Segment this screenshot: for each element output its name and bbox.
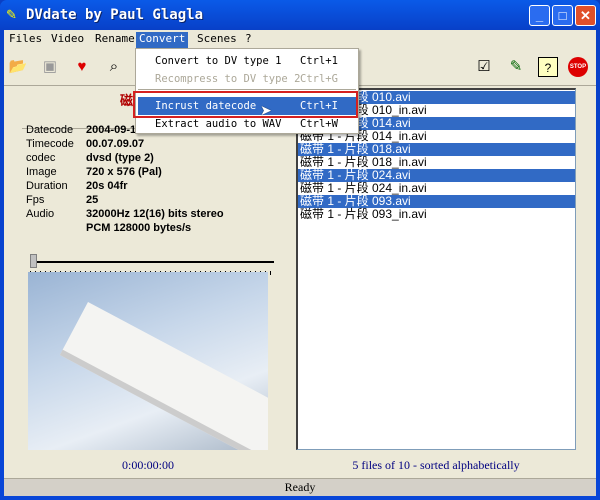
file-list-item[interactable]: 磁带 1 - 片段 093_in.avi [298, 208, 575, 221]
mouse-cursor-icon: ➤ [260, 102, 272, 118]
menu-rename[interactable]: Rename [92, 32, 138, 48]
info-key: Timecode [26, 138, 74, 150]
status-bar: Ready [4, 478, 596, 496]
info-key: codec [26, 152, 56, 164]
info-row: PCM 128000 bytes/s [26, 222, 224, 236]
info-value: dvsd (type 2) [86, 152, 154, 164]
app-icon: ✎ [6, 7, 17, 22]
info-value: 32000Hz 12(16) bits stereo [86, 208, 224, 220]
banner-text: 磁 [120, 93, 134, 108]
position-slider[interactable] [30, 254, 274, 275]
menu-item-convert-dv1[interactable]: Convert to DV type 1 Ctrl+1 [138, 52, 356, 70]
info-row: Audio 32000Hz 12(16) bits stereo [26, 208, 224, 222]
info-key [26, 222, 86, 236]
shortcut: Ctrl+G [300, 73, 338, 85]
file-count: 5 files of 10 - sorted alphabetically [352, 458, 520, 472]
window-title: DVdate by Paul Glagla [26, 7, 204, 23]
find-icon[interactable]: ⌕ [104, 57, 124, 77]
file-info: Datecode 2004-09-1 Timecode 00.07.09.07 code… [26, 124, 224, 236]
info-key: Audio [26, 208, 55, 220]
check-icon[interactable]: ☑ [474, 57, 494, 77]
edit-icon[interactable]: ✎ [506, 57, 526, 77]
menu-scenes[interactable]: Scenes [194, 32, 240, 48]
info-key: Fps [26, 194, 45, 206]
info-value: 20s 04fr [86, 180, 128, 192]
info-value: 25 [86, 194, 99, 206]
info-key: Image [26, 166, 57, 178]
info-key: Datecode [26, 124, 74, 136]
maximize-button[interactable]: □ [552, 5, 573, 26]
menu-files[interactable]: Files [6, 32, 45, 48]
menu-video[interactable]: Video [48, 32, 87, 48]
label: Extract audio to WAV [155, 118, 282, 130]
info-value: 00.07.09.07 [86, 138, 145, 150]
info-row: Fps 25 [26, 194, 224, 208]
highlight-box [133, 91, 358, 118]
file-list[interactable]: 磁带 1 - 片段 010.avi磁带 1 - 片段 010_in.avi磁带 … [296, 88, 576, 450]
info-value: PCM 128000 bytes/s [86, 222, 192, 234]
menu-help[interactable]: ? [242, 32, 255, 48]
menu-convert[interactable]: Convert [136, 32, 189, 48]
info-row: Image 720 x 576 (Pal) [26, 166, 224, 180]
open-folder-icon[interactable]: 📂 [8, 57, 28, 77]
slider-track [30, 261, 274, 263]
menu-item-recompress-dv2: Recompress to DV type 2 Ctrl+G [138, 70, 356, 88]
video-preview [28, 272, 268, 450]
info-value: 2004-09-1 [86, 124, 137, 136]
menu-bar: Files Video Rename Convert Scenes ? [4, 30, 596, 48]
info-row: Duration 20s 04fr [26, 180, 224, 194]
info-key: Duration [26, 180, 68, 192]
save-icon[interactable]: ▣ [40, 57, 60, 77]
shortcut: Ctrl+1 [300, 55, 338, 67]
menu-separator [138, 89, 356, 90]
help-icon[interactable]: ? [538, 57, 558, 77]
info-row: codec dvsd (type 2) [26, 152, 224, 166]
timecode-display: 0:00:00:00 [121, 458, 174, 472]
close-button[interactable]: ✕ [575, 5, 596, 26]
info-row: Timecode 00.07.09.07 [26, 138, 224, 152]
favorite-icon[interactable]: ♥ [72, 57, 92, 77]
airplane-wing-image [59, 302, 268, 450]
label: Convert to DV type 1 [155, 55, 282, 67]
stop-icon[interactable]: STOP [568, 57, 588, 77]
info-value: 720 x 576 (Pal) [86, 166, 162, 178]
minimize-button[interactable]: _ [529, 5, 550, 26]
main-panel: Datecode 2004-09-1 Timecode 00.07.09.07 code… [10, 88, 592, 478]
slider-thumb[interactable] [30, 254, 37, 268]
label: Recompress to DV type 2 [155, 73, 301, 85]
